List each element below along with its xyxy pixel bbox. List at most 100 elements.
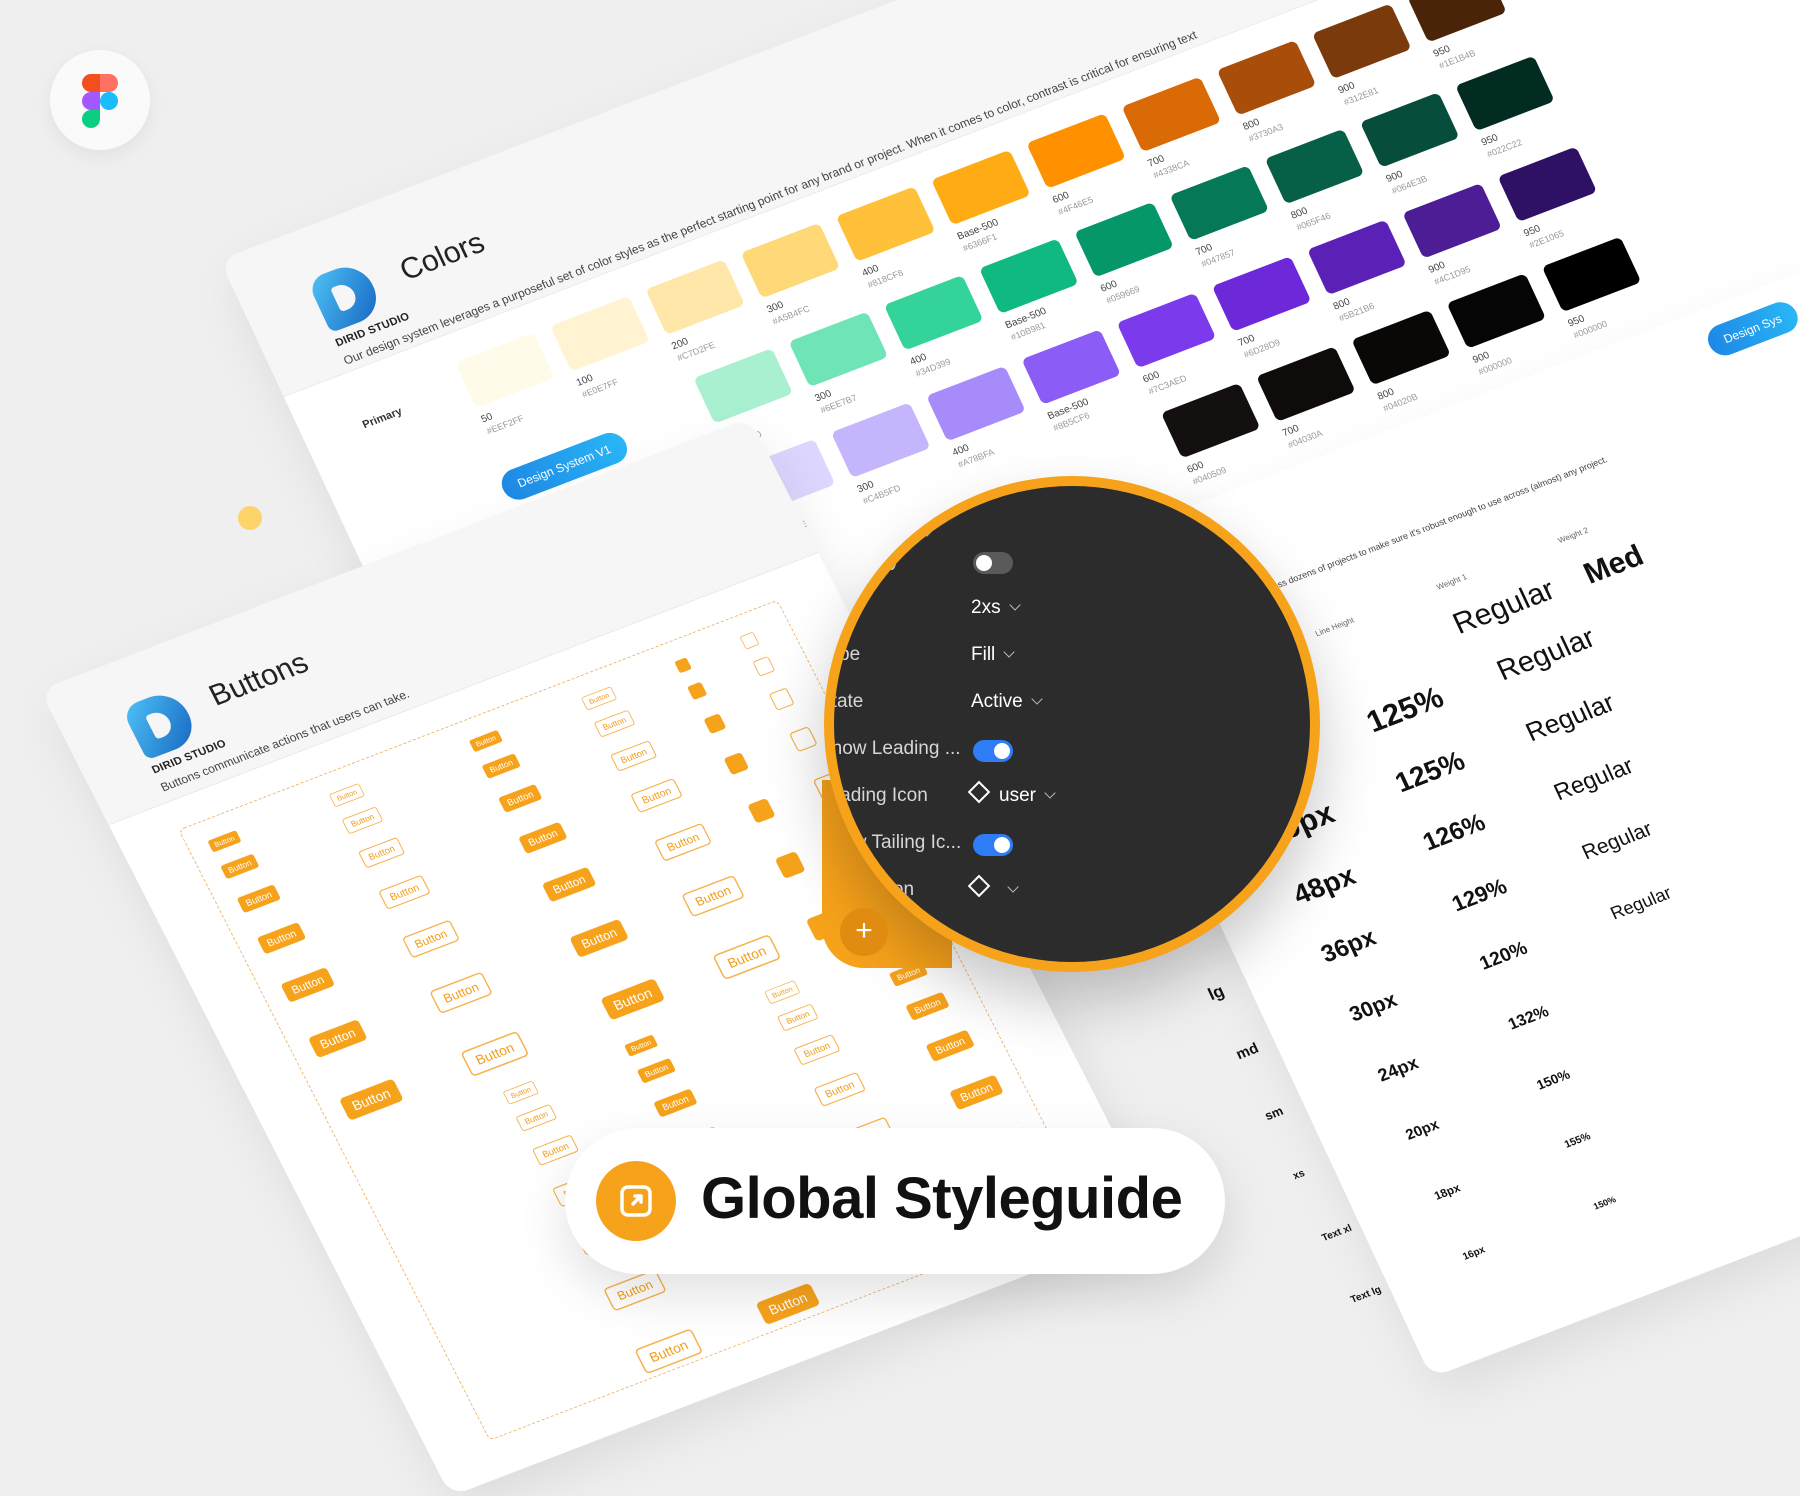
button-sample[interactable]: Button — [755, 1282, 821, 1326]
component-selector[interactable]: Button — [852, 523, 933, 545]
toggle-switch[interactable] — [973, 834, 1013, 856]
button-sample[interactable]: Button — [429, 971, 493, 1015]
button-sample[interactable]: Button — [593, 709, 636, 738]
color-swatch[interactable]: 700 #04030A — [1256, 346, 1369, 450]
color-swatch[interactable]: 600 #040509 — [1160, 382, 1274, 487]
button-sample[interactable]: Button — [207, 830, 242, 853]
button-sample[interactable]: Button — [569, 918, 630, 958]
button-sample[interactable]: Button — [653, 1088, 698, 1118]
button-sample[interactable]: Button — [256, 921, 307, 955]
icon-button-sample[interactable] — [768, 687, 795, 711]
add-button[interactable]: + — [840, 908, 888, 956]
color-swatch[interactable]: 300 #A5B4FC — [740, 222, 854, 327]
color-swatch[interactable]: 700 #4338CA — [1121, 76, 1235, 180]
icon-button-sample[interactable] — [752, 655, 776, 677]
button-sample[interactable]: Button — [460, 1030, 530, 1077]
button-sample[interactable]: Button — [280, 966, 336, 1003]
button-sample[interactable]: Button — [502, 1080, 540, 1105]
color-swatch[interactable]: 600 #7C3AED — [1116, 292, 1230, 396]
color-swatch[interactable]: 50 #EEF2FF — [454, 332, 568, 436]
color-swatch[interactable]: 900 #312E81 — [1311, 3, 1425, 107]
color-swatch[interactable]: 600 #4F46E5 — [1026, 113, 1139, 217]
button-sample[interactable]: Button — [630, 777, 683, 814]
button-sample[interactable]: Button — [681, 874, 746, 918]
button-sample[interactable]: Button — [220, 853, 260, 880]
color-swatch[interactable]: 950 #2E1065 — [1497, 146, 1611, 250]
design-system-pill-short[interactable]: Design Sys — [1702, 297, 1800, 360]
button-sample[interactable]: Button — [307, 1019, 368, 1059]
color-swatch[interactable]: 950 #000000 — [1541, 236, 1655, 340]
color-swatch[interactable]: Base-500 #6366F1 — [931, 149, 1044, 253]
button-sample[interactable]: Button — [341, 806, 384, 835]
button-sample[interactable]: Button — [236, 884, 282, 914]
button-sample[interactable]: Button — [712, 933, 782, 981]
color-swatch[interactable]: 300 #C4B5FD — [830, 402, 944, 506]
icon-button-sample[interactable] — [747, 797, 776, 824]
figma-app-badge[interactable] — [50, 50, 150, 150]
button-sample[interactable]: Button — [636, 1057, 677, 1084]
icon-button-sample[interactable] — [774, 850, 806, 880]
button-sample[interactable]: Button — [776, 1003, 819, 1032]
button-sample[interactable]: Button — [634, 1328, 704, 1375]
toggle-switch[interactable] — [973, 552, 1013, 574]
color-swatch[interactable]: 800 #04020B — [1351, 309, 1464, 413]
color-swatch[interactable]: 300 #6EE7B7 — [788, 311, 902, 415]
icon-button-sample[interactable] — [703, 713, 727, 735]
button-sample[interactable]: Button — [600, 978, 666, 1021]
prop-select[interactable]: Active — [971, 691, 1043, 713]
color-swatch[interactable]: 400 #34D399 — [883, 274, 997, 379]
color-swatch[interactable]: 800 #5B21B6 — [1307, 219, 1420, 323]
color-swatch[interactable]: 700 #6D28D9 — [1211, 256, 1325, 360]
color-swatch[interactable]: 100 #E0E7FF — [550, 295, 663, 400]
button-sample[interactable]: Button — [338, 1078, 404, 1121]
button-sample[interactable]: Button — [515, 1103, 558, 1132]
button-sample[interactable]: Button — [905, 991, 950, 1021]
button-sample[interactable]: Button — [653, 822, 713, 862]
button-sample[interactable]: Button — [328, 782, 366, 808]
button-sample[interactable]: Button — [541, 866, 597, 903]
button-sample[interactable]: Button — [793, 1033, 841, 1066]
button-sample[interactable]: Button — [531, 1134, 580, 1167]
toggle-switch[interactable] — [973, 740, 1013, 762]
color-swatch[interactable]: 900 #000000 — [1446, 273, 1560, 377]
icon-button-sample[interactable] — [788, 726, 818, 753]
button-sample[interactable]: Button — [580, 686, 618, 711]
button-sample[interactable]: Button — [401, 919, 461, 959]
icon-button-sample[interactable] — [723, 751, 750, 776]
color-swatch[interactable]: 900 #4C1D95 — [1402, 183, 1515, 287]
icon-button-sample[interactable] — [674, 657, 692, 674]
button-sample[interactable]: Button — [468, 729, 504, 753]
prop-select[interactable]: 2xs — [971, 597, 1021, 619]
color-swatch[interactable]: 400 #A78BFA — [926, 365, 1039, 470]
icon-button-sample[interactable] — [739, 631, 760, 650]
instance-swap-select[interactable] — [967, 874, 1019, 901]
color-swatch[interactable]: 950 #022C22 — [1455, 55, 1568, 159]
button-sample[interactable]: Button — [497, 783, 543, 813]
color-swatch[interactable]: Base-500 #8B5CF6 — [1021, 329, 1134, 433]
instance-swap-select[interactable]: user — [967, 780, 1056, 807]
color-swatch[interactable]: 900 #064E3B — [1359, 92, 1473, 196]
button-sample[interactable]: Button — [481, 753, 521, 779]
button-sample[interactable]: Button — [813, 1071, 867, 1108]
color-swatch[interactable]: 600 #059669 — [1074, 201, 1187, 306]
button-sample[interactable]: Button — [949, 1074, 1004, 1111]
button-sample[interactable]: Button — [925, 1029, 976, 1062]
button-sample[interactable]: Button — [764, 980, 801, 1005]
color-swatch[interactable]: 800 #3730A3 — [1216, 40, 1330, 144]
button-sample[interactable]: Button — [378, 874, 431, 910]
button-sample[interactable]: Button — [518, 821, 568, 855]
weight-1-top: Regular — [1447, 573, 1560, 641]
prop-select[interactable]: Fill — [971, 644, 1015, 666]
button-sample[interactable]: Button — [623, 1034, 659, 1057]
color-swatch[interactable]: 800 #065F46 — [1264, 128, 1378, 232]
color-swatch[interactable]: 400 #818CF8 — [835, 186, 949, 290]
color-swatch[interactable]: 950 #1E1B4B — [1407, 0, 1520, 71]
button-sample[interactable]: Button — [610, 740, 658, 772]
button-sample[interactable]: Button — [603, 1268, 667, 1312]
color-swatch[interactable]: 200 #C7D2FE — [645, 259, 758, 363]
button-sample[interactable]: Button — [357, 836, 406, 869]
color-swatch[interactable]: Base-500 #10B981 — [979, 238, 1092, 342]
color-swatch[interactable]: 700 #047857 — [1169, 165, 1283, 269]
type-line-height: 125% — [1361, 680, 1449, 740]
icon-button-sample[interactable] — [686, 681, 708, 701]
